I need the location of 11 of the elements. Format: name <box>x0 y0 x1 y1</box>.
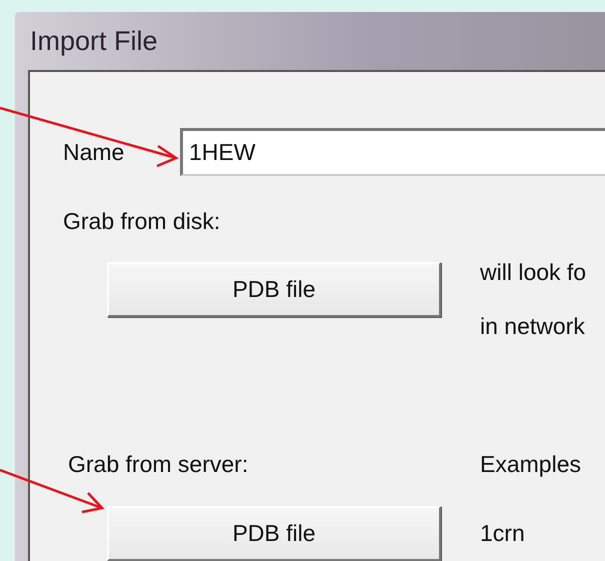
description-text: will look fo <box>480 258 586 287</box>
examples-label: Examples <box>480 452 581 476</box>
example-text: 1crn <box>480 520 525 547</box>
section-label: Grab from disk: <box>63 209 220 233</box>
name-label: Name <box>63 138 126 166</box>
section-label: Grab from server: <box>68 452 250 476</box>
pdb-file-button[interactable]: PDB file <box>107 506 441 561</box>
window-title: Import File <box>30 26 158 56</box>
pdb-file-button[interactable]: PDB file <box>107 262 441 317</box>
description-text: in network <box>480 312 586 341</box>
name-field[interactable]: 1HEW <box>180 128 605 176</box>
